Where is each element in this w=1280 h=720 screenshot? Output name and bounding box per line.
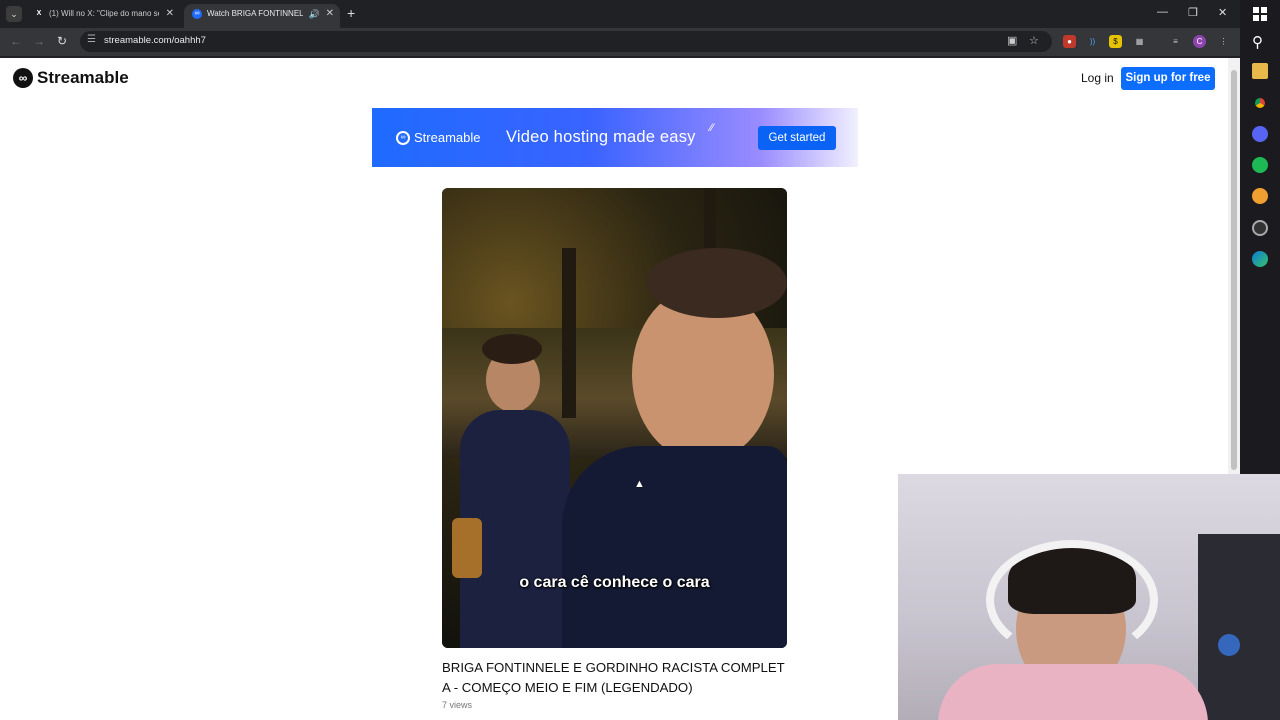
extension-red-icon[interactable]: ●: [1063, 35, 1076, 48]
brand-name: Streamable: [37, 68, 129, 87]
webcam-hoodie: [938, 664, 1208, 720]
sparkle-icon: ⁄⁄: [710, 122, 714, 134]
streamable-logo[interactable]: ∞ Streamable: [13, 68, 129, 88]
chrome-icon[interactable]: [1252, 95, 1268, 111]
address-bar[interactable]: ☰ streamable.com/oahhh7 ▣ ☆: [80, 31, 1052, 52]
translate-icon[interactable]: ▣: [1007, 34, 1017, 47]
video-person-left-hair: [482, 334, 542, 364]
minimize-icon[interactable]: —: [1157, 6, 1168, 18]
streamable-logo-icon: ∞: [13, 68, 33, 88]
restore-icon[interactable]: ❐: [1188, 6, 1198, 19]
windows-start-icon[interactable]: [1253, 7, 1267, 21]
site-info-icon[interactable]: ☰: [87, 34, 96, 45]
webcam-pc-case: [1198, 534, 1280, 720]
banner-brand: Streamable: [414, 130, 481, 145]
scrollbar-thumb[interactable]: [1231, 70, 1237, 470]
signup-button[interactable]: Sign up for free: [1121, 67, 1215, 90]
tab-streamable[interactable]: ∞ Watch BRIGA FONTINNELE 🔊 ✕: [184, 4, 340, 28]
more-menu-icon[interactable]: ⋮: [1217, 35, 1230, 48]
banner-tagline: Video hosting made easy: [506, 128, 696, 146]
close-tab-icon[interactable]: ✕: [166, 4, 174, 24]
banner-logo: ∞ Streamable: [396, 130, 480, 145]
spotify-icon[interactable]: [1252, 157, 1268, 173]
streamable-icon: ∞: [192, 9, 202, 19]
webcam-overlay: [898, 474, 1280, 720]
tab-will-no-x[interactable]: X (1) Will no X: "Clipe do mano sé ✕: [26, 4, 180, 28]
new-tab-button[interactable]: +: [347, 5, 355, 21]
streamable-banner-icon: ∞: [396, 130, 410, 145]
x-logo-icon: X: [36, 10, 42, 17]
video-player[interactable]: o cara cê conhece o cara ▲: [442, 188, 787, 648]
discord-icon[interactable]: [1252, 126, 1268, 142]
video-person-right-hair: [647, 248, 787, 318]
webcam-rgb-light: [1218, 634, 1240, 656]
edge-icon[interactable]: [1252, 251, 1268, 267]
video-subtitle: o cara cê conhece o cara: [519, 574, 710, 591]
tab-title: Watch BRIGA FONTINNELE: [207, 9, 303, 18]
view-count: 7 views: [442, 700, 473, 710]
get-started-button[interactable]: Get started: [758, 126, 836, 150]
forward-icon[interactable]: →: [33, 34, 45, 48]
promo-banner[interactable]: ∞ Streamable Video hosting made easy ⁄⁄ …: [372, 108, 858, 167]
address-url[interactable]: streamable.com/oahhh7: [104, 35, 206, 46]
login-link[interactable]: Log in: [1081, 71, 1114, 85]
video-title: BRIGA FONTINNELE E GORDINHO RACISTA COMP…: [442, 660, 785, 695]
tab-search-button[interactable]: ⌄: [6, 6, 22, 22]
app-orange-icon[interactable]: [1252, 188, 1268, 204]
speaker-icon[interactable]: 🔊: [309, 4, 320, 24]
tree-trunk: [562, 248, 576, 418]
video-person-right-shirt: [562, 446, 787, 648]
video-cup: [452, 518, 482, 578]
webcam-headset: [986, 540, 1158, 660]
obs-icon[interactable]: [1252, 220, 1268, 236]
extension-yellow-icon[interactable]: $: [1109, 35, 1122, 48]
reload-icon[interactable]: ↻: [57, 34, 67, 48]
extensions-puzzle-icon[interactable]: ▦: [1133, 35, 1146, 48]
tab-strip: ⌄ X (1) Will no X: "Clipe do mano sé ✕ ∞ W…: [0, 0, 1240, 28]
tab-title: (1) Will no X: "Clipe do mano sé: [49, 9, 159, 18]
file-explorer-icon[interactable]: [1252, 63, 1268, 79]
close-window-icon[interactable]: ✕: [1218, 6, 1227, 19]
back-icon[interactable]: ←: [10, 34, 22, 48]
search-icon[interactable]: ⚲: [1252, 33, 1263, 51]
bookmark-star-icon[interactable]: ☆: [1029, 34, 1039, 47]
profile-avatar[interactable]: C: [1193, 35, 1206, 48]
close-tab-icon[interactable]: ✕: [326, 4, 334, 24]
media-control-icon[interactable]: ≡: [1169, 35, 1182, 48]
extension-wave-icon[interactable]: )): [1086, 35, 1099, 48]
mouse-cursor-icon: ▲: [634, 478, 645, 490]
